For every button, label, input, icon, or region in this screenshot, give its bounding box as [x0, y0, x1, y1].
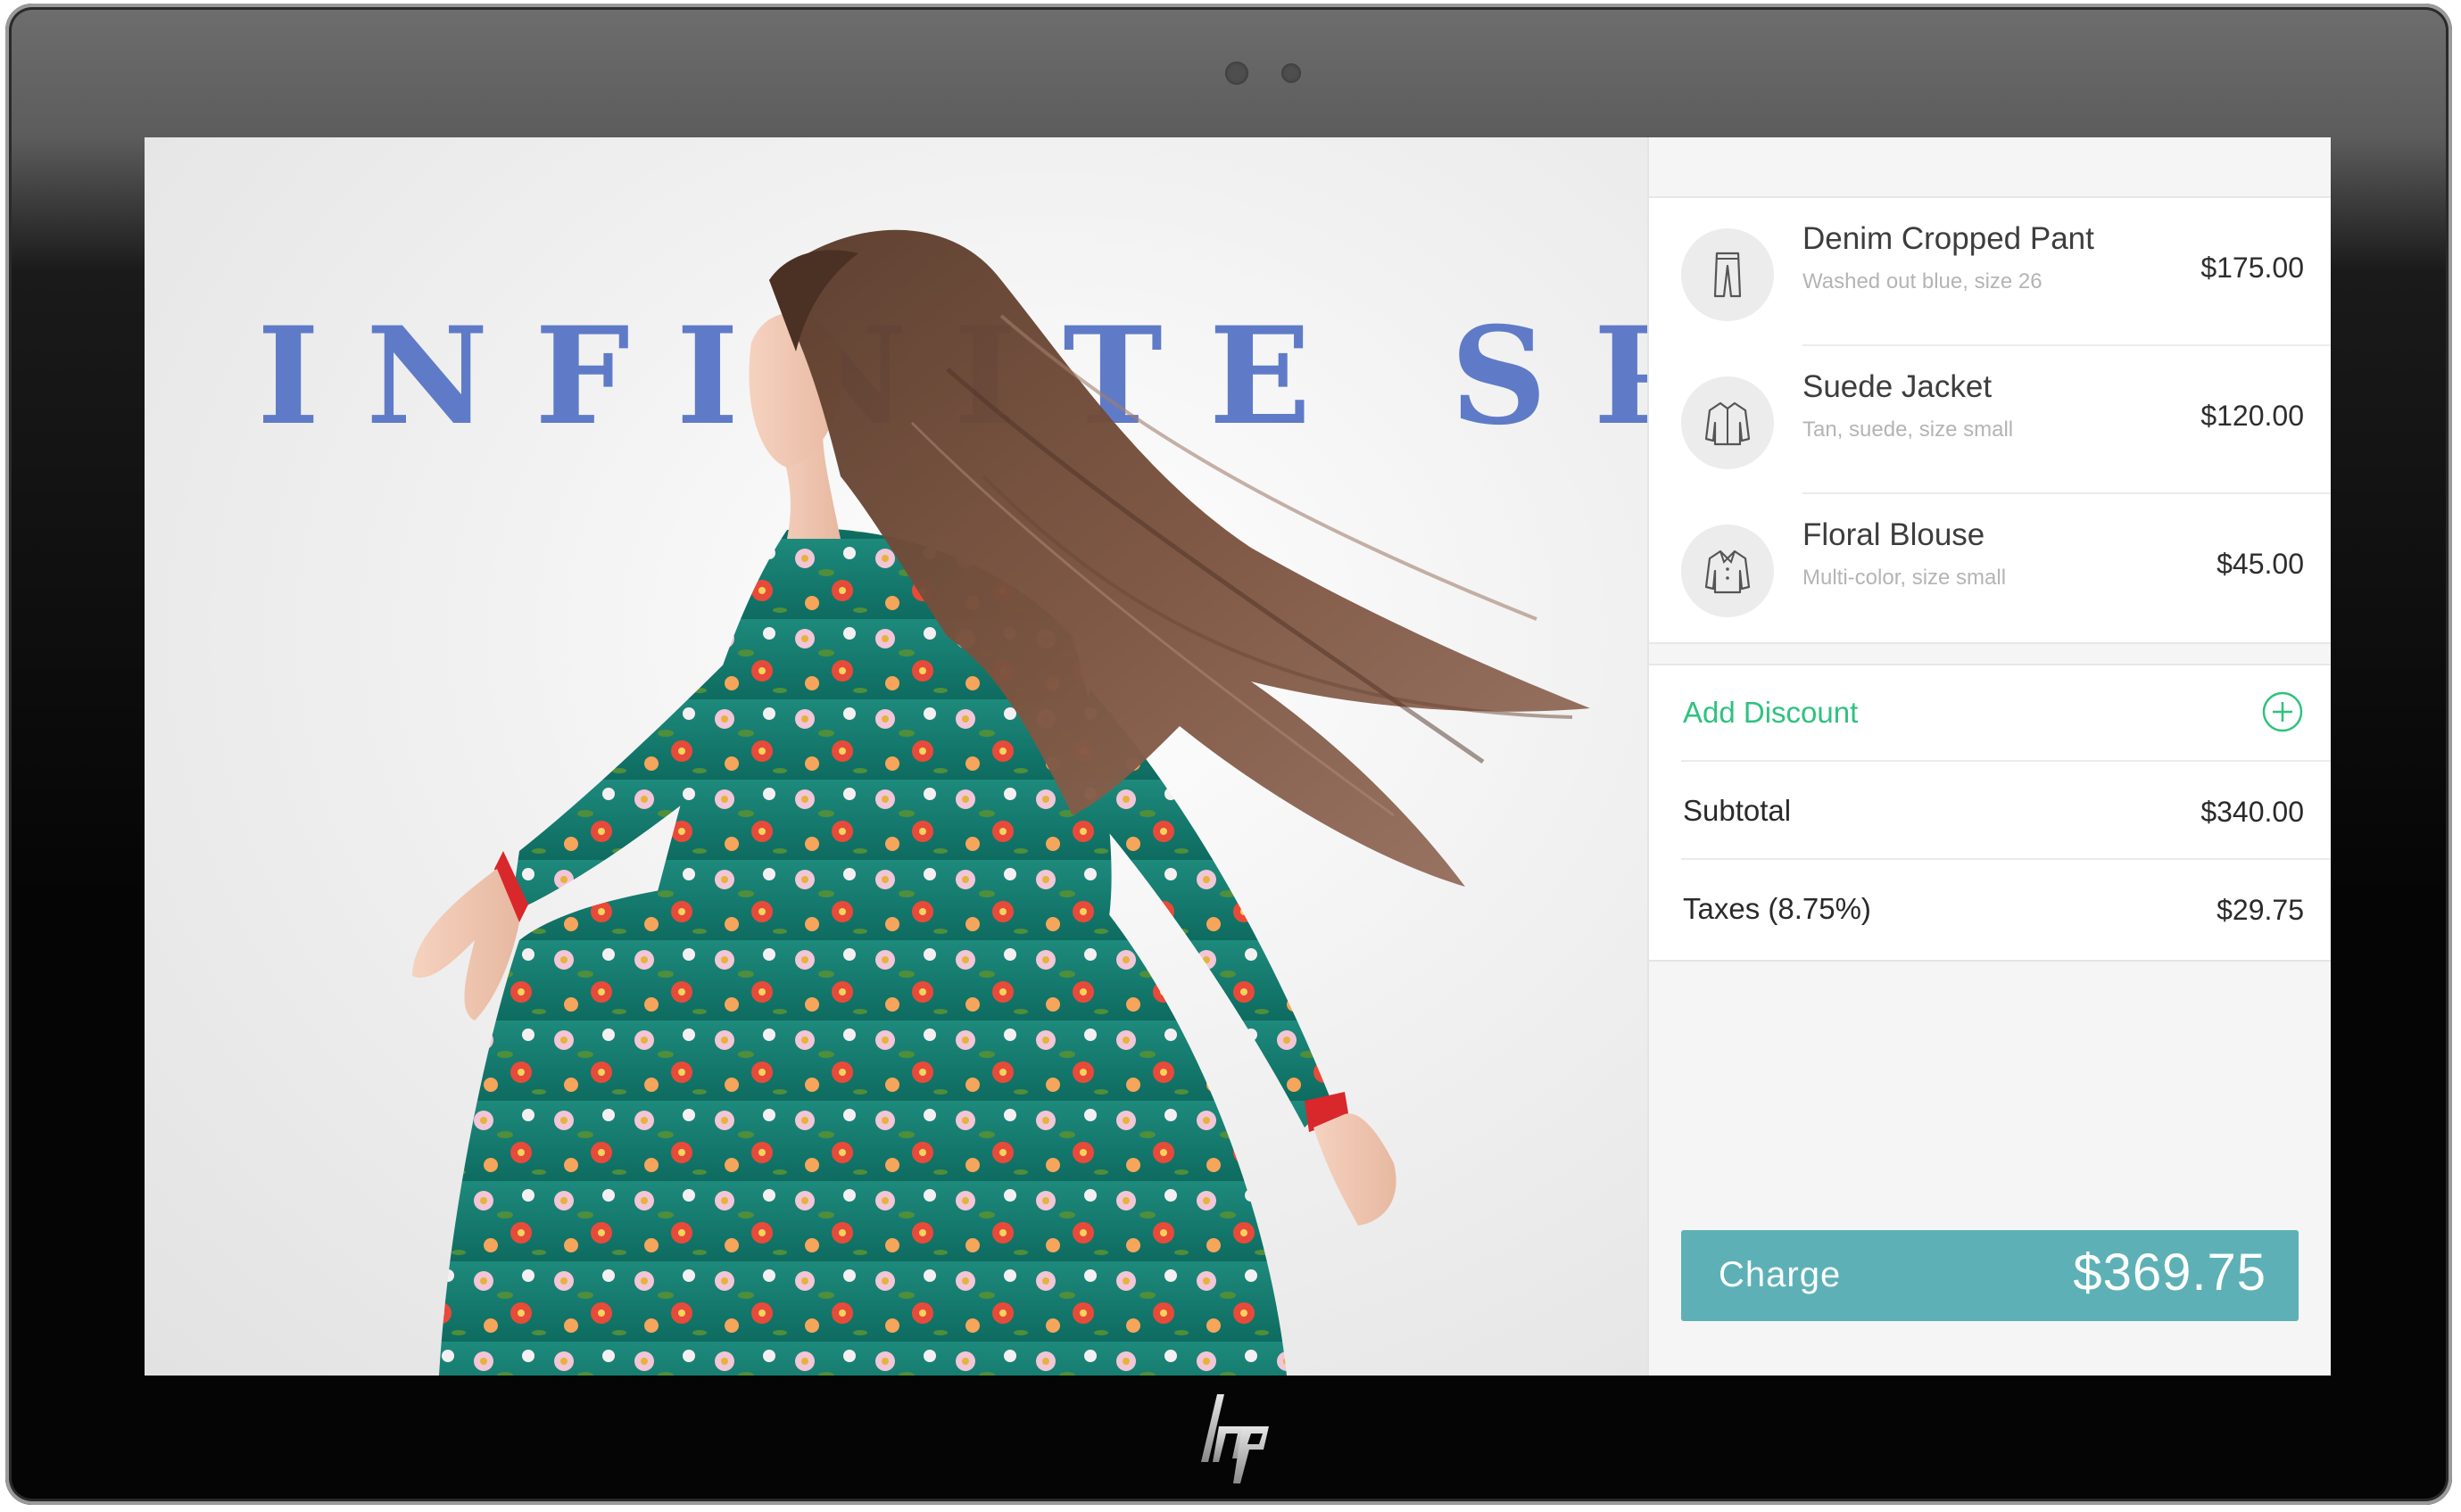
subtotal-row: Subtotal $340.00	[1649, 764, 2331, 860]
model-photo	[412, 229, 1590, 1376]
hp-logo	[1201, 1394, 1269, 1483]
camera-icon	[1225, 62, 1248, 85]
blouse-icon	[1681, 525, 1774, 617]
add-discount-row[interactable]: Add Discount	[1649, 665, 2331, 762]
charge-amount: $369.75	[2073, 1243, 2266, 1301]
charge-button[interactable]: Charge $369.75	[1681, 1230, 2299, 1321]
jacket-icon	[1681, 376, 1774, 469]
charge-label: Charge	[1719, 1255, 1842, 1294]
sensor-icon	[1281, 63, 1301, 83]
hero-banner: INFINITE SPIRIT	[145, 137, 1647, 1376]
item-description: Washed out blue, size 26	[1802, 269, 2043, 293]
cart-item[interactable]: Denim Cropped Pant Washed out blue, size…	[1649, 198, 2331, 346]
item-name: Suede Jacket	[1802, 369, 1993, 404]
item-price: $120.00	[2200, 400, 2304, 432]
tablet-device: INFINITE SPIRIT	[5, 4, 2452, 1505]
cart-panel: Denim Cropped Pant Washed out blue, size…	[1647, 137, 2331, 1376]
item-price: $45.00	[2217, 548, 2304, 580]
cart-item-list: Denim Cropped Pant Washed out blue, size…	[1649, 196, 2331, 644]
subtotal-value: $340.00	[2200, 796, 2304, 828]
order-summary: Add Discount Subtotal $340.00 Taxes (8.7…	[1649, 664, 2331, 962]
subtotal-label: Subtotal	[1683, 794, 1792, 827]
item-price: $175.00	[2200, 252, 2304, 284]
item-description: Multi-color, size small	[1802, 566, 2007, 590]
divider	[1681, 858, 2331, 860]
screen: INFINITE SPIRIT	[145, 137, 2331, 1376]
add-circle-icon[interactable]	[2261, 690, 2304, 733]
pants-icon	[1681, 228, 1774, 321]
divider	[1681, 760, 2331, 762]
tax-row: Taxes (8.75%) $29.75	[1649, 862, 2331, 958]
cart-item[interactable]: Suede Jacket Tan, suede, size small $120…	[1649, 346, 2331, 494]
add-discount-label[interactable]: Add Discount	[1683, 696, 1858, 730]
item-name: Denim Cropped Pant	[1802, 221, 2094, 256]
item-name: Floral Blouse	[1802, 517, 1985, 552]
item-description: Tan, suede, size small	[1802, 417, 2014, 442]
tax-value: $29.75	[2217, 894, 2304, 926]
tax-label: Taxes (8.75%)	[1683, 892, 1871, 925]
cart-item[interactable]: Floral Blouse Multi-color, size small $4…	[1649, 494, 2331, 642]
